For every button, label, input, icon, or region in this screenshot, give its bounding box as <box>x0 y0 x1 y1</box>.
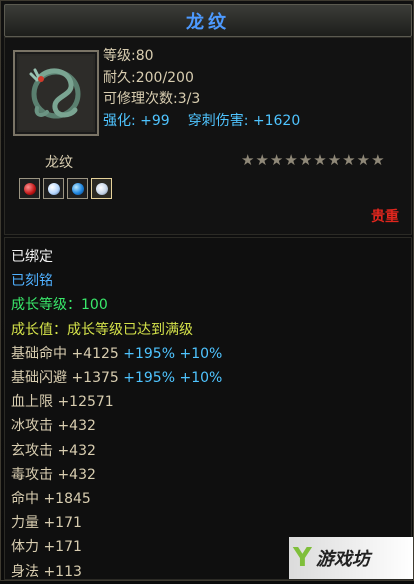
attribute-value: +4125 <box>67 345 119 362</box>
attribute-label: 血上限 <box>11 394 53 411</box>
gem-slots <box>19 178 112 199</box>
level-text: 等级:80 <box>103 48 154 64</box>
logo-mark: Y <box>293 543 312 573</box>
attribute-label: 毒攻击 <box>11 466 53 483</box>
attribute-label: 冰攻击 <box>11 418 53 435</box>
star-icon: ★ <box>298 151 313 169</box>
repair-count-text: 可修理次数:3/3 <box>103 91 201 107</box>
star-icon: ★ <box>313 151 327 169</box>
star-icon: ★ <box>342 151 356 169</box>
silver-gem-icon[interactable] <box>91 178 112 199</box>
attribute-list: 已绑定 已刻铭 成长等级：100 成长值：成长等级已达到满级 基础命中 +4125 +1… <box>11 245 222 584</box>
attribute-row: 已刻铭 <box>11 269 222 293</box>
red-gem-icon[interactable] <box>19 178 40 199</box>
attribute-value: +1375 <box>67 370 119 387</box>
logo-text: 游戏坊 <box>315 549 370 570</box>
item-tooltip: 龙纹 等级:80 耐久:200/200 可修理次数:3/3 强化: +99 穿刺伤… <box>0 0 414 581</box>
watermark-logo: Y 游戏坊 <box>289 537 413 579</box>
attribute-value: +432 <box>53 442 96 459</box>
dragon-emblem-icon <box>19 56 93 130</box>
title-bar: 龙纹 <box>4 4 412 37</box>
attribute-panel: 已绑定 已刻铭 成长等级：100 成长值：成长等级已达到满级 基础命中 +4125 +1… <box>4 237 412 580</box>
attribute-row: 血上限 +12571 <box>11 390 222 414</box>
attribute-row: 玄攻击 +432 <box>11 439 222 463</box>
attribute-value: +432 <box>53 418 96 435</box>
attribute-row: 身法 +113 <box>11 560 222 584</box>
attribute-label: 成长值：成长等级已达到满级 <box>11 321 193 338</box>
white-gem-icon[interactable] <box>43 178 64 199</box>
attribute-row: 成长值：成长等级已达到满级 <box>11 318 222 342</box>
attribute-label: 命中 <box>11 491 39 508</box>
item-stats: 等级:80 耐久:200/200 可修理次数:3/3 强化: +99 穿刺伤害: … <box>103 46 300 132</box>
attribute-value: +113 <box>39 563 82 580</box>
durability-text: 耐久:200/200 <box>103 69 194 86</box>
attribute-row: 毒攻击 +432 <box>11 463 222 487</box>
enhance-row: 强化: +99 穿刺伤害: +1620 <box>103 111 300 133</box>
quality-label: 贵重 <box>371 209 399 225</box>
attribute-label: 体力 <box>11 539 39 556</box>
star-icon: ★ <box>241 151 255 169</box>
attribute-row: 冰攻击 +432 <box>11 414 222 438</box>
item-summary-panel: 等级:80 耐久:200/200 可修理次数:3/3 强化: +99 穿刺伤害: … <box>4 37 412 235</box>
star-icon: ★ <box>284 151 298 169</box>
star-icon: ★ <box>269 151 284 169</box>
attribute-label: 力量 <box>11 515 39 532</box>
attribute-value: +432 <box>53 466 96 483</box>
blue-gem-icon[interactable] <box>67 178 88 199</box>
star-icon: ★ <box>255 151 269 169</box>
attribute-bonus: +195% +10% <box>118 370 223 387</box>
attribute-label: 已绑定 <box>11 249 53 265</box>
attribute-row: 命中 +1845 <box>11 487 222 511</box>
attribute-label: 身法 <box>11 563 39 580</box>
attribute-value: +171 <box>39 539 82 556</box>
attribute-bonus: +195% +10% <box>118 345 223 362</box>
attribute-row: 基础命中 +4125 +195% +10% <box>11 342 222 366</box>
attribute-row: 已绑定 <box>11 245 222 269</box>
star-icon: ★ <box>327 151 342 169</box>
enhance-text: 强化: +99 <box>103 112 170 129</box>
attribute-row: 体力 +171 <box>11 535 222 559</box>
attribute-label: 基础闪避 <box>11 370 67 387</box>
star-icon: ★ <box>356 151 371 169</box>
attribute-value: +1845 <box>39 491 91 508</box>
star-rating: ★ ★ ★ ★ ★ ★ ★ ★ ★ ★ <box>241 153 385 168</box>
item-portrait <box>13 50 99 136</box>
attribute-label: 基础命中 <box>11 345 67 362</box>
attribute-label: 已刻铭 <box>11 273 53 290</box>
attribute-value: +171 <box>39 515 82 532</box>
attribute-row: 基础闪避 +1375 +195% +10% <box>11 366 222 390</box>
star-icon: ★ <box>371 151 385 169</box>
attribute-label: 成长等级：100 <box>11 297 108 314</box>
item-name: 龙纹 <box>45 155 73 171</box>
attribute-value: +12571 <box>53 394 114 411</box>
attribute-row: 成长等级：100 <box>11 293 222 317</box>
attribute-row: 力量 +171 <box>11 511 222 535</box>
pierce-text: 穿刺伤害: +1620 <box>187 112 301 129</box>
attribute-label: 玄攻击 <box>11 442 53 459</box>
item-title: 龙纹 <box>186 11 230 33</box>
